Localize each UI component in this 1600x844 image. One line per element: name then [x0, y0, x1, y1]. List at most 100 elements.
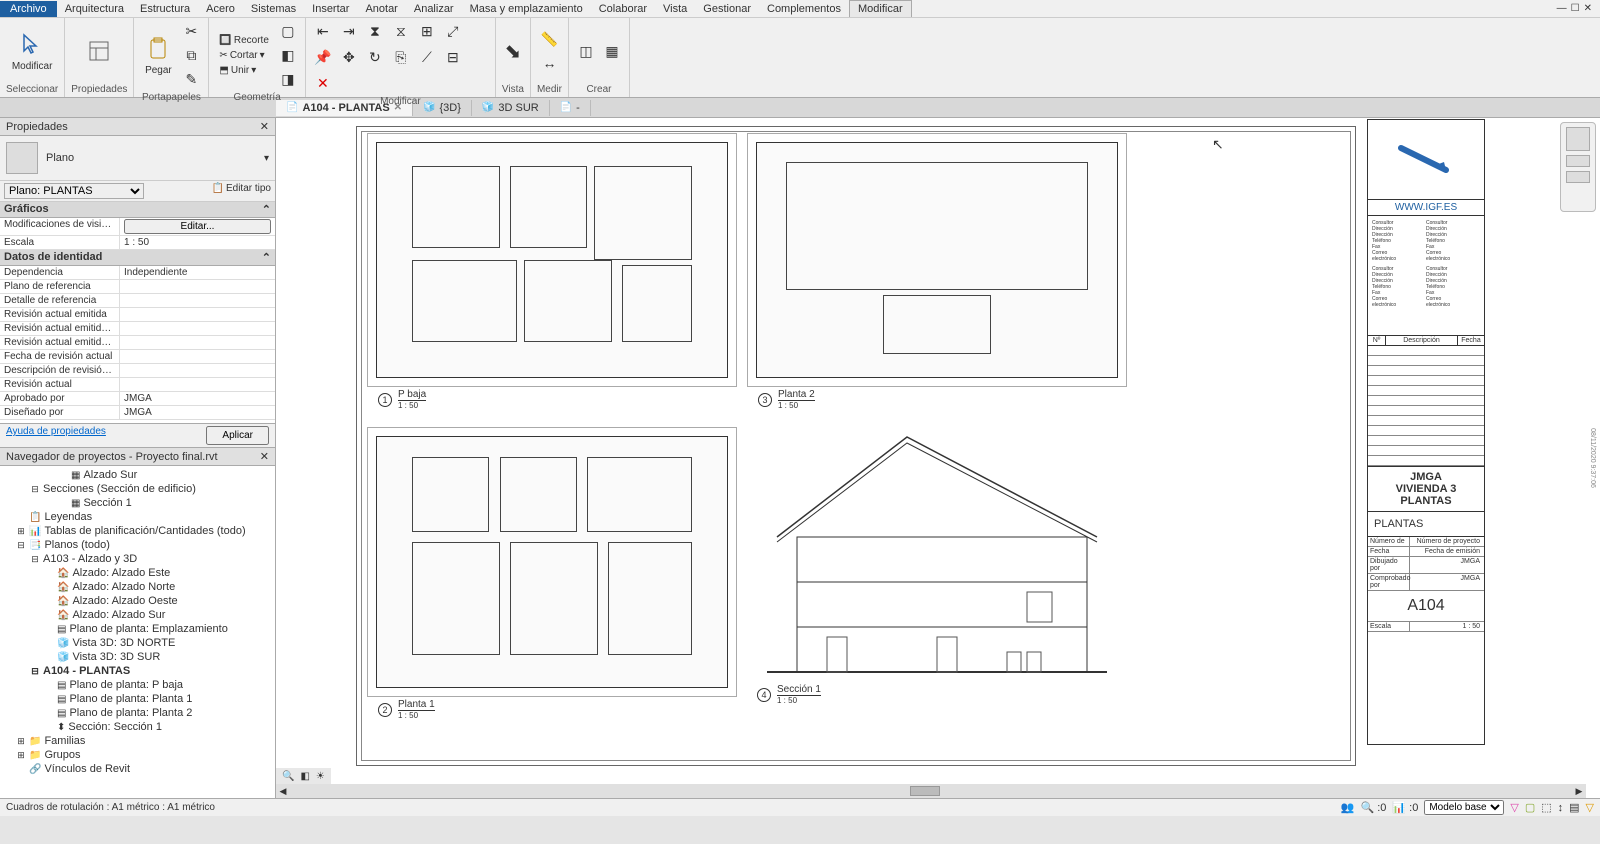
tree-node[interactable]: 🏠Alzado: Alzado Oeste	[2, 594, 273, 608]
expander-icon[interactable]: ⊞	[16, 750, 26, 761]
dim-icon[interactable]: ↔	[538, 52, 560, 74]
tree-node[interactable]: ▦Alzado Sur	[2, 468, 273, 482]
measure-icon[interactable]: 📏	[538, 28, 560, 50]
steering-wheel-icon[interactable]	[1566, 127, 1590, 151]
property-row[interactable]: DependenciaIndependiente	[0, 266, 275, 280]
tree-node[interactable]: 🧊Vista 3D: 3D NORTE	[2, 636, 273, 650]
menu-gestionar[interactable]: Gestionar	[695, 1, 759, 17]
property-row[interactable]: Plano de referencia	[0, 280, 275, 294]
view-icon-1[interactable]: ⬊	[502, 40, 524, 62]
menu-colaborar[interactable]: Colaborar	[591, 1, 655, 17]
menu-masa[interactable]: Masa y emplazamiento	[462, 1, 591, 17]
menu-modificar[interactable]: Modificar	[849, 0, 912, 17]
maximize-icon[interactable]: ☐	[1571, 3, 1580, 14]
create-icon-2[interactable]: ▦	[601, 40, 623, 62]
copy-icon-2[interactable]: ⎘	[390, 46, 412, 68]
edit-type-button[interactable]: 📋 Editar tipo	[212, 183, 271, 199]
property-row[interactable]: Descripción de revisión ac...	[0, 364, 275, 378]
pan-icon[interactable]	[1566, 171, 1590, 183]
menu-complementos[interactable]: Complementos	[759, 1, 849, 17]
tree-node[interactable]: ▦Sección 1	[2, 496, 273, 510]
pin-icon[interactable]: 📌	[312, 46, 334, 68]
model-select[interactable]: Modelo base	[1424, 800, 1504, 815]
scroll-right-icon[interactable]: ▶	[1572, 786, 1586, 797]
property-row[interactable]: Fecha de revisión actual	[0, 350, 275, 364]
modify-button[interactable]: Modificar	[8, 29, 57, 74]
tree-node[interactable]: ⬍Sección: Sección 1	[2, 720, 273, 734]
menu-sistemas[interactable]: Sistemas	[243, 1, 304, 17]
view-sun-icon[interactable]: ☀	[316, 771, 325, 782]
close-browser-icon[interactable]: ✕	[260, 450, 269, 463]
viewport-p-baja[interactable]: 1 P baja 1 : 50	[367, 133, 737, 387]
tree-node[interactable]: 🏠Alzado: Alzado Este	[2, 566, 273, 580]
tree-node[interactable]: ▤Plano de planta: Emplazamiento	[2, 622, 273, 636]
properties-help-link[interactable]: Ayuda de propiedades	[6, 426, 106, 445]
minimize-icon[interactable]: —	[1557, 3, 1567, 14]
tree-node[interactable]: ⊞📁Grupos	[2, 748, 273, 762]
expander-icon[interactable]: ⊟	[16, 540, 26, 551]
sb-main-model-icon[interactable]: 📊 :0	[1392, 801, 1418, 814]
tree-node[interactable]: ⊟Secciones (Sección de edificio)	[2, 482, 273, 496]
menu-arquitectura[interactable]: Arquitectura	[57, 1, 132, 17]
apply-button[interactable]: Aplicar	[206, 426, 269, 445]
menu-estructura[interactable]: Estructura	[132, 1, 198, 17]
menu-acero[interactable]: Acero	[198, 1, 243, 17]
menu-archivo[interactable]: Archivo	[0, 1, 57, 17]
create-icon-1[interactable]: ◫	[575, 40, 597, 62]
cortar-button[interactable]: ✂Cortar▾	[215, 49, 272, 62]
property-row[interactable]: Aprobado porJMGA	[0, 392, 275, 406]
property-group[interactable]: Gráficos⌃	[0, 202, 275, 218]
tree-node[interactable]: 🧊Vista 3D: 3D SUR	[2, 650, 273, 664]
mirror-icon[interactable]: ⧗	[364, 20, 386, 42]
menu-vista[interactable]: Vista	[655, 1, 695, 17]
sb-filter-icon[interactable]: ▽	[1510, 801, 1518, 814]
drawing-canvas[interactable]: 1 P baja 1 : 50 3	[276, 118, 1600, 798]
property-row[interactable]: Revisión actual emitida	[0, 308, 275, 322]
edit-button[interactable]: Editar...	[124, 219, 271, 234]
sb-icon-5[interactable]: ▤	[1569, 801, 1579, 814]
close-properties-icon[interactable]: ✕	[260, 120, 269, 133]
scroll-left-icon[interactable]: ◀	[276, 786, 290, 797]
property-row[interactable]: Revisión actual emitida para	[0, 336, 275, 350]
horizontal-scrollbar[interactable]: ◀ ▶	[276, 784, 1586, 798]
expander-icon[interactable]: ⊟	[30, 554, 40, 565]
sb-icon-4[interactable]: ↕	[1558, 802, 1564, 814]
property-row[interactable]: Revisión actual	[0, 378, 275, 392]
tree-node[interactable]: 📋Leyendas	[2, 510, 273, 524]
sb-zoom-icon[interactable]: 🔍 :0	[1360, 801, 1386, 814]
tab-3d[interactable]: 🧊 {3D}	[413, 100, 472, 116]
expander-icon[interactable]: ⊞	[16, 526, 26, 537]
home-icon[interactable]	[1566, 155, 1590, 167]
tree-node[interactable]: ▤Plano de planta: Planta 1	[2, 692, 273, 706]
close-icon[interactable]: ✕	[1584, 3, 1592, 14]
scroll-thumb[interactable]	[910, 786, 940, 796]
recorte-button[interactable]: 🔲Recorte	[215, 34, 272, 47]
unir-button[interactable]: ⬒Unir▾	[215, 64, 272, 77]
cut-icon[interactable]: ✂	[180, 20, 202, 42]
tab-3d-sur[interactable]: 🧊 3D SUR	[472, 100, 550, 116]
viewport-planta-2[interactable]: 3 Planta 2 1 : 50	[747, 133, 1127, 387]
tree-node[interactable]: ▤Plano de planta: P baja	[2, 678, 273, 692]
expander-icon[interactable]: ⊟	[30, 666, 40, 677]
instance-selector[interactable]: Plano: PLANTAS	[4, 183, 144, 199]
paste-button[interactable]: Pegar	[140, 33, 176, 78]
array-icon[interactable]: ⊞	[416, 20, 438, 42]
view-style-icon[interactable]: ◧	[300, 771, 309, 782]
tree-node[interactable]: ⊞📊Tablas de planificación/Cantidades (to…	[2, 524, 273, 538]
split-icon[interactable]: ⊟	[442, 46, 464, 68]
type-selector[interactable]: Plano ▾	[0, 136, 275, 181]
copy-icon[interactable]: ⧉	[180, 44, 202, 66]
delete-icon[interactable]: ✕	[312, 72, 334, 94]
match-icon[interactable]: ✎	[180, 68, 202, 90]
geom-icon-1[interactable]: ▢	[277, 20, 299, 42]
geom-icon-3[interactable]: ◨	[277, 68, 299, 90]
view-scale-icon[interactable]: 🔍	[282, 771, 294, 782]
expander-icon[interactable]: ⊞	[16, 736, 26, 747]
expander-icon[interactable]: ⊟	[30, 484, 40, 495]
mirror2-icon[interactable]: ⧖	[390, 20, 412, 42]
property-row[interactable]: Escala1 : 50	[0, 236, 275, 250]
tree-node[interactable]: ⊞📁Familias	[2, 734, 273, 748]
property-row[interactable]: Diseñado porJMGA	[0, 406, 275, 420]
trim-icon[interactable]: ⟋	[416, 46, 438, 68]
property-row[interactable]: Detalle de referencia	[0, 294, 275, 308]
